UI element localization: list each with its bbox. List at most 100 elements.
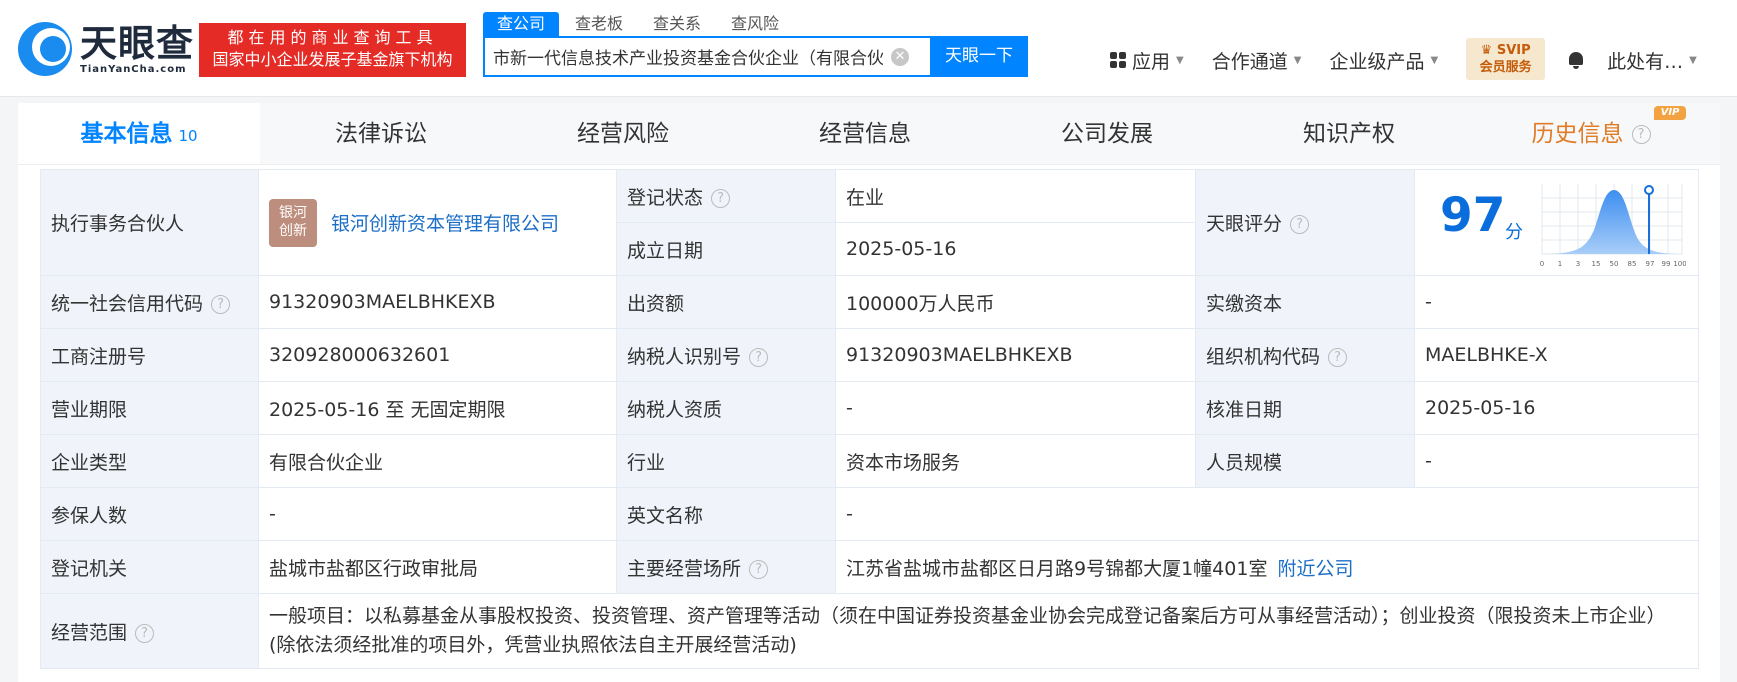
- english-name-label: 英文名称: [616, 487, 836, 541]
- status-label: 登记状态: [627, 186, 704, 209]
- credit-code-label: 统一社会信用代码: [51, 292, 204, 315]
- help-icon[interactable]: ?: [711, 188, 731, 208]
- approve-date-label: 核准日期: [1195, 381, 1415, 435]
- crown-icon: ♛ SVIP: [1480, 43, 1531, 58]
- svip-button[interactable]: ♛ SVIP 会员服务: [1466, 38, 1546, 80]
- company-type-value: 有限合伙企业: [258, 434, 617, 488]
- tab-basic-info[interactable]: 基本信息 10: [18, 103, 260, 164]
- score-distribution-chart: 0 1 3 15 50 85 97 99 100: [1540, 184, 1686, 268]
- score-cell[interactable]: 97 分 0 1 3 15 50 85 97 99 100: [1414, 169, 1699, 276]
- scope-label: 经营范围: [51, 621, 128, 644]
- search-box: ✕: [483, 36, 930, 77]
- tab-legal[interactable]: 法律诉讼: [260, 103, 502, 164]
- tab-development[interactable]: 公司发展: [986, 103, 1228, 164]
- address-value: 江苏省盐城市盐都区日月路9号锦都大厦1幢401室: [846, 557, 1268, 580]
- authority-value: 盐城市盐都区行政审批局: [258, 540, 617, 594]
- header-nav: 应用 ▼ 合作通道 ▼ 企业级产品 ▼ ♛ SVIP 会员服务 此处有… ▼: [1110, 38, 1725, 80]
- founded-label: 成立日期: [616, 222, 836, 276]
- reg-number-value: 320928000632601: [258, 328, 617, 382]
- credit-code-value: 91320903MAELBHKEXB: [258, 275, 617, 329]
- search-input[interactable]: [493, 46, 883, 67]
- tab-risk[interactable]: 经营风险: [502, 103, 744, 164]
- score-axis-tick: 97: [1646, 260, 1655, 268]
- help-icon[interactable]: ?: [1328, 347, 1348, 367]
- status-value: 在业: [835, 169, 1196, 223]
- score-value: 97: [1440, 188, 1506, 243]
- tax-id-label: 纳税人识别号: [627, 345, 742, 368]
- score-label: 天眼评分: [1206, 213, 1283, 235]
- term-label: 营业期限: [40, 381, 259, 435]
- logo-eye-icon: [18, 22, 72, 76]
- nav-cooperation[interactable]: 合作通道 ▼: [1212, 47, 1302, 74]
- authority-label: 登记机关: [40, 540, 259, 594]
- scope-value: 一般项目：以私募基金从事股权投资、投资管理、资产管理等活动（须在中国证券投资基金…: [258, 593, 1699, 669]
- bell-icon[interactable]: [1567, 51, 1585, 69]
- company-detail-panel: 基本信息 10 法律诉讼 经营风险 经营信息 公司发展 知识产权 历史信息? VIP…: [18, 103, 1720, 682]
- tax-qualification-value: -: [835, 381, 1196, 435]
- score-axis-tick: 1: [1558, 260, 1562, 268]
- search-type-tabs: 查公司 查老板 查关系 查风险: [483, 12, 793, 36]
- partner-label: 执行事务合伙人: [40, 169, 259, 276]
- apps-icon: [1110, 52, 1126, 68]
- partner-name-link[interactable]: 银河创新资本管理有限公司: [331, 209, 559, 236]
- search-button[interactable]: 天眼一下: [930, 36, 1028, 77]
- clear-icon[interactable]: ✕: [891, 47, 909, 66]
- org-code-label: 组织机构代码: [1206, 345, 1321, 368]
- slogan-line-2: 国家中小企业发展子基金旗下机构: [212, 50, 453, 69]
- logo-name: 天眼查: [80, 21, 194, 65]
- nav-enterprise-products[interactable]: 企业级产品 ▼: [1329, 47, 1438, 74]
- tab-ip[interactable]: 知识产权: [1228, 103, 1470, 164]
- score-axis-tick: 85: [1628, 260, 1637, 268]
- user-name: 此处有…: [1607, 50, 1684, 73]
- help-icon[interactable]: ?: [135, 623, 155, 643]
- chevron-down-icon: ▼: [1430, 54, 1439, 66]
- search-tab-company[interactable]: 查公司: [483, 12, 560, 36]
- score-axis-tick: 0: [1540, 260, 1544, 268]
- search-tab-risk[interactable]: 查风险: [717, 12, 793, 36]
- help-icon[interactable]: ?: [211, 294, 231, 314]
- reg-number-label: 工商注册号: [40, 328, 259, 382]
- score-axis-tick: 15: [1592, 260, 1601, 268]
- tab-business[interactable]: 经营信息: [744, 103, 986, 164]
- score-axis-tick: 50: [1610, 260, 1619, 268]
- section-tabs: 基本信息 10 法律诉讼 经营风险 经营信息 公司发展 知识产权 历史信息? VIP: [18, 103, 1720, 165]
- insured-value: -: [258, 487, 617, 541]
- vip-tag: VIP: [1654, 106, 1686, 120]
- search-tab-boss[interactable]: 查老板: [561, 12, 637, 36]
- svip-label: 会员服务: [1479, 60, 1532, 75]
- score-axis-tick: 100: [1673, 260, 1686, 268]
- paid-capital-value: -: [1414, 275, 1699, 329]
- nav-enterprise-label: 企业级产品: [1329, 50, 1425, 73]
- paid-capital-label: 实缴资本: [1195, 275, 1415, 329]
- user-menu[interactable]: 此处有… ▼: [1607, 47, 1697, 74]
- score-axis-tick: 99: [1662, 260, 1671, 268]
- tax-id-value: 91320903MAELBHKEXB: [835, 328, 1196, 382]
- help-icon[interactable]: ?: [1631, 125, 1651, 144]
- help-icon[interactable]: ?: [1290, 215, 1310, 234]
- tab-count: 10: [178, 127, 198, 145]
- nearby-companies-link[interactable]: 附近公司: [1277, 558, 1353, 580]
- org-code-value: MAELBHKE-X: [1414, 328, 1699, 382]
- founded-value: 2025-05-16: [835, 222, 1196, 276]
- industry-label: 行业: [616, 434, 836, 488]
- search-tab-relation[interactable]: 查关系: [639, 12, 715, 36]
- help-icon[interactable]: ?: [749, 559, 769, 579]
- partner-logo[interactable]: 银河 创新: [269, 198, 317, 247]
- basic-info-table: 执行事务合伙人 银河 创新 银河创新资本管理有限公司 登记状态? 在业 天眼评分? …: [40, 169, 1699, 669]
- logo[interactable]: 天眼查 TianYanCha.com: [18, 22, 194, 76]
- tax-qualification-label: 纳税人资质: [616, 381, 836, 435]
- capital-label: 出资额: [616, 275, 836, 329]
- chevron-down-icon: ▼: [1293, 54, 1302, 66]
- company-type-label: 企业类型: [40, 434, 259, 488]
- score-axis-tick: 3: [1576, 260, 1580, 268]
- slogan-line-1: 都在用的商业查询工具: [227, 28, 438, 47]
- term-value: 2025-05-16 至 无固定期限: [258, 381, 617, 435]
- score-unit: 分: [1505, 222, 1523, 243]
- help-icon[interactable]: ?: [749, 347, 769, 367]
- top-navigation-bar: 天眼查 TianYanCha.com 都在用的商业查询工具 国家中小企业发展子基…: [0, 0, 1737, 97]
- chevron-down-icon: ▼: [1689, 54, 1697, 66]
- nav-cooperation-label: 合作通道: [1211, 50, 1288, 73]
- tab-history[interactable]: 历史信息? VIP: [1470, 103, 1712, 164]
- staff-size-label: 人员规模: [1195, 434, 1415, 488]
- nav-apps[interactable]: 应用 ▼: [1110, 47, 1184, 74]
